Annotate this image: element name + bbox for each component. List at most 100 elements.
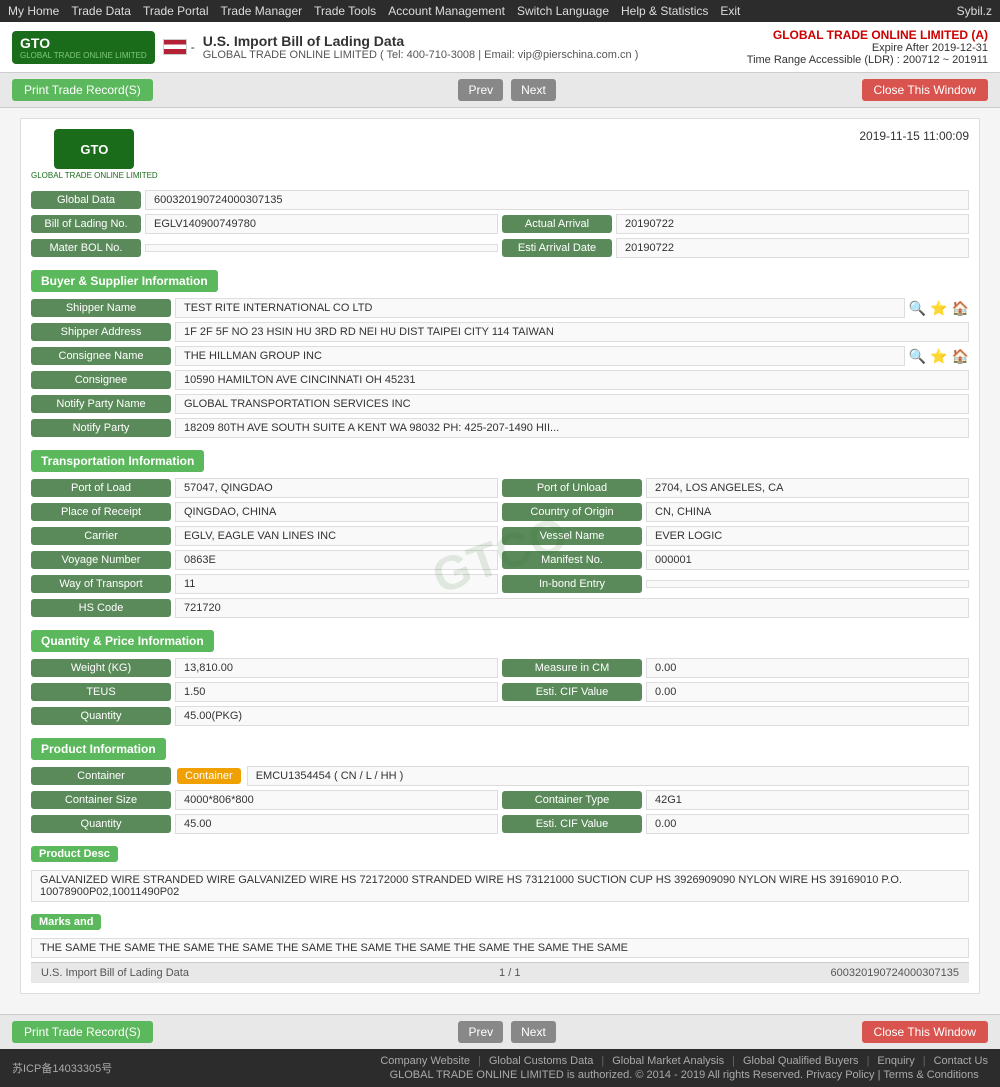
header-right: GLOBAL TRADE ONLINE LIMITED (A) Expire A… (747, 28, 988, 66)
next-button[interactable]: Next (511, 79, 556, 101)
nav-trade-tools[interactable]: Trade Tools (314, 4, 376, 18)
weight-value: 13,810.00 (175, 658, 498, 678)
nav-trade-data[interactable]: Trade Data (71, 4, 131, 18)
notify-party-name-value: GLOBAL TRANSPORTATION SERVICES INC (175, 394, 969, 414)
nav-trade-portal[interactable]: Trade Portal (143, 4, 209, 18)
footer-global-qualified[interactable]: Global Qualified Buyers (743, 1055, 859, 1067)
notify-party-value: 18209 80TH AVE SOUTH SUITE A KENT WA 980… (175, 418, 969, 438)
footer-company-website[interactable]: Company Website (380, 1055, 470, 1067)
shipper-address-label: Shipper Address (31, 323, 171, 341)
mater-bol-value (145, 244, 498, 252)
notify-party-row: Notify Party 18209 80TH AVE SOUTH SUITE … (31, 418, 969, 438)
nav-account-management[interactable]: Account Management (388, 4, 505, 18)
global-data-value: 600320190724000307135 (145, 190, 969, 210)
logo: GTO GLOBAL TRADE ONLINE LIMITED (12, 31, 155, 64)
country-of-origin-label: Country of Origin (502, 503, 642, 521)
prev-button[interactable]: Prev (458, 79, 503, 101)
footer-contact-us[interactable]: Contact Us (934, 1055, 988, 1067)
hs-code-row: HS Code 721720 (31, 598, 969, 618)
port-of-unload-value: 2704, LOS ANGELES, CA (646, 478, 969, 498)
footer-global-customs[interactable]: Global Customs Data (489, 1055, 594, 1067)
actual-arrival-value: 20190722 (616, 214, 969, 234)
transport-section-header: Transportation Information (31, 450, 204, 472)
nav-switch-language[interactable]: Switch Language (517, 4, 609, 18)
record-card: GTCO GTO GLOBAL TRADE ONLINE LIMITED 201… (20, 118, 980, 994)
product-esti-cif-value: 0.00 (646, 814, 969, 834)
measure-value: 0.00 (646, 658, 969, 678)
product-qty-value: 45.00 (175, 814, 498, 834)
print-record-button[interactable]: Print Trade Record(S) (12, 79, 153, 101)
footer-enquiry[interactable]: Enquiry (877, 1055, 914, 1067)
prev-button-bottom[interactable]: Prev (458, 1021, 503, 1043)
bol-row: Bill of Lading No. EGLV140900749780 Actu… (31, 214, 969, 234)
copyright-text: GLOBAL TRADE ONLINE LIMITED is authorize… (390, 1069, 803, 1081)
shipper-name-label: Shipper Name (31, 299, 171, 317)
icp-number: 苏ICP备14033305号 (12, 1060, 112, 1076)
shipper-home-icon[interactable]: 🏠 (952, 300, 969, 317)
vessel-name-value: EVER LOGIC (646, 526, 969, 546)
nav-menu: My Home Trade Data Trade Portal Trade Ma… (8, 4, 740, 18)
footer-bar: 苏ICP备14033305号 Company Website | Global … (0, 1049, 1000, 1087)
manifest-no-label: Manifest No. (502, 551, 642, 569)
qty-row: Quantity 45.00(PKG) (31, 706, 969, 726)
voyage-number-label: Voyage Number (31, 551, 171, 569)
country-of-origin-value: CN, CHINA (646, 502, 969, 522)
product-desc-header: Product Desc (31, 846, 118, 862)
card-logo-img: GTO (54, 129, 134, 169)
hs-code-label: HS Code (31, 599, 171, 617)
card-logo-sub: GLOBAL TRADE ONLINE LIMITED (31, 171, 158, 180)
footer-copyright: GLOBAL TRADE ONLINE LIMITED is authorize… (390, 1069, 979, 1081)
manifest-no-value: 000001 (646, 550, 969, 570)
marks-value: THE SAME THE SAME THE SAME THE SAME THE … (31, 938, 969, 958)
consignee-name-value: THE HILLMAN GROUP INC (175, 346, 905, 366)
footer-privacy-policy[interactable]: Privacy Policy (806, 1069, 874, 1081)
consignee-search-icon[interactable]: 🔍 (909, 348, 926, 365)
record-footer: U.S. Import Bill of Lading Data 1 / 1 60… (31, 962, 969, 983)
product-qty-row: Quantity 45.00 Esti. CIF Value 0.00 (31, 814, 969, 834)
close-window-button[interactable]: Close This Window (862, 79, 988, 101)
footer-top-links: Company Website | Global Customs Data | … (380, 1055, 988, 1067)
voyage-number-value: 0863E (175, 550, 498, 570)
next-button-bottom[interactable]: Next (511, 1021, 556, 1043)
username: Sybil.z (957, 4, 992, 18)
footer-links: Company Website | Global Customs Data | … (380, 1055, 988, 1081)
logo-text: GTO (20, 35, 147, 51)
mater-bol-row: Mater BOL No. Esti Arrival Date 20190722 (31, 238, 969, 258)
carrier-label: Carrier (31, 527, 171, 545)
close-window-button-bottom[interactable]: Close This Window (862, 1021, 988, 1043)
esti-arrival-label: Esti Arrival Date (502, 239, 612, 257)
record-source: U.S. Import Bill of Lading Data (41, 967, 189, 979)
teus-label: TEUS (31, 683, 171, 701)
port-of-load-label: Port of Load (31, 479, 171, 497)
qty-value: 45.00(PKG) (175, 706, 969, 726)
measure-label: Measure in CM (502, 659, 642, 677)
global-data-row: Global Data 600320190724000307135 (31, 190, 969, 210)
shipper-name-row: Shipper Name TEST RITE INTERNATIONAL CO … (31, 298, 969, 318)
nav-my-home[interactable]: My Home (8, 4, 59, 18)
print-record-button-bottom[interactable]: Print Trade Record(S) (12, 1021, 153, 1043)
shipper-search-icon[interactable]: 🔍 (909, 300, 926, 317)
hs-code-value: 721720 (175, 598, 969, 618)
footer-global-market[interactable]: Global Market Analysis (612, 1055, 724, 1067)
qty-price-section-header: Quantity & Price Information (31, 630, 214, 652)
bol-label: Bill of Lading No. (31, 215, 141, 233)
consignee-home-icon[interactable]: 🏠 (952, 348, 969, 365)
port-of-unload-label: Port of Unload (502, 479, 642, 497)
nav-exit[interactable]: Exit (720, 4, 740, 18)
container-size-row: Container Size 4000*806*800 Container Ty… (31, 790, 969, 810)
card-logo: GTO GLOBAL TRADE ONLINE LIMITED (31, 129, 158, 180)
flag-box: - (163, 39, 195, 55)
nav-help-statistics[interactable]: Help & Statistics (621, 4, 708, 18)
us-flag (163, 39, 187, 55)
footer-terms[interactable]: Terms & Conditions (883, 1069, 978, 1081)
consignee-star-icon[interactable]: ⭐ (930, 348, 947, 365)
voyage-number-row: Voyage Number 0863E Manifest No. 000001 (31, 550, 969, 570)
page-title: U.S. Import Bill of Lading Data (203, 33, 639, 49)
marks-header: Marks and (31, 914, 101, 930)
shipper-star-icon[interactable]: ⭐ (930, 300, 947, 317)
place-of-receipt-value: QINGDAO, CHINA (175, 502, 498, 522)
port-of-load-value: 57047, QINGDAO (175, 478, 498, 498)
nav-trade-manager[interactable]: Trade Manager (221, 4, 303, 18)
container-size-label: Container Size (31, 791, 171, 809)
container-badge: Container (177, 768, 241, 784)
